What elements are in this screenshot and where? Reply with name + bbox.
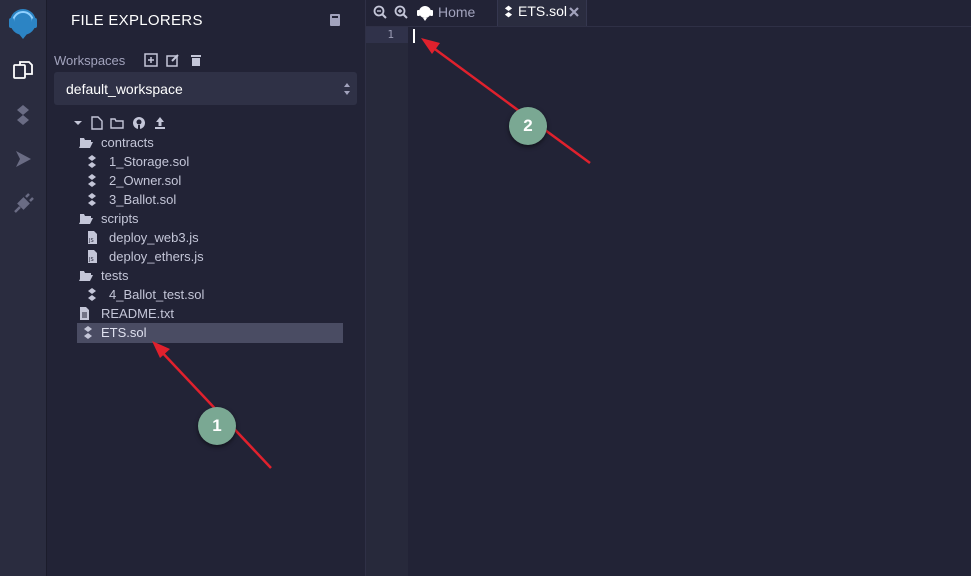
tree-label: 3_Ballot.sol [109,192,177,207]
code-editor[interactable] [408,27,971,576]
folder-open-icon [79,269,93,282]
book-icon[interactable] [329,13,341,27]
zoom-in-icon[interactable] [394,5,408,19]
solidity-file-icon [83,326,96,339]
tree-label: deploy_web3.js [109,230,199,245]
github-icon[interactable] [132,116,146,130]
solidity-file-icon [87,155,100,168]
js-file-icon: JS [87,250,100,263]
solidity-file-icon [87,193,100,206]
tree-label: 1_Storage.sol [109,154,190,169]
new-folder-icon[interactable] [110,116,124,130]
tree-file-4-ballot-test[interactable]: 4_Ballot_test.sol [87,285,337,304]
solidity-file-icon [87,288,100,301]
tree-label: ETS.sol [101,325,147,340]
new-file-icon[interactable] [91,116,105,130]
tab-label: Home [438,4,476,20]
line-number: 1 [387,28,394,41]
tree-folder-tests[interactable]: tests [79,266,339,285]
editor-area: Home ETS.sol 1 [366,0,971,576]
file-explorer-icon[interactable] [0,52,46,88]
tree-file-2-owner[interactable]: 2_Owner.sol [87,171,337,190]
panel-title: FILE EXPLORERS [71,12,203,29]
tab-bar: Home ETS.sol [366,0,971,27]
tree-file-3-ballot[interactable]: 3_Ballot.sol [87,190,337,209]
upload-icon[interactable] [154,116,168,130]
icon-rail [0,0,47,576]
tree-label: deploy_ethers.js [109,249,204,264]
js-file-icon: JS [87,231,100,244]
deploy-run-icon[interactable] [0,141,46,177]
solidity-file-icon [87,174,100,187]
rename-workspace-icon[interactable] [166,53,180,67]
workspace-select[interactable]: default_workspace [54,72,357,105]
tree-file-deploy-web3[interactable]: JS deploy_web3.js [87,228,337,247]
delete-workspace-icon[interactable] [189,53,203,67]
active-line-highlight: 1 [366,27,408,43]
solidity-compiler-icon[interactable] [0,97,46,133]
tree-file-1-storage[interactable]: 1_Storage.sol [87,152,337,171]
tree-label: tests [101,268,129,283]
tree-file-deploy-ethers[interactable]: JS deploy_ethers.js [87,247,337,266]
folder-open-icon [79,136,93,149]
remix-logo-icon[interactable] [0,2,46,42]
solidity-file-icon [504,5,513,18]
text-caret [413,29,415,43]
tab-home[interactable]: Home [414,0,498,26]
remix-home-icon [416,4,434,22]
text-file-icon [79,307,92,320]
folder-open-icon [79,212,93,225]
svg-text:JS: JS [88,238,94,244]
tab-label: ETS.sol [518,3,568,19]
line-number-gutter: 1 [366,27,408,576]
collapse-caret-icon[interactable] [73,116,87,130]
svg-text:JS: JS [88,257,94,263]
tree-folder-contracts[interactable]: contracts [79,133,339,152]
tree-file-ets-selected[interactable]: ETS.sol [77,323,343,343]
tree-label: README.txt [101,306,174,321]
tree-label: 2_Owner.sol [109,173,182,188]
workspaces-label: Workspaces [54,53,126,68]
annotation-badge-1: 1 [198,407,236,445]
close-icon[interactable] [568,6,580,18]
create-workspace-icon[interactable] [144,53,158,67]
tree-label: contracts [101,135,154,150]
annotation-badge-2: 2 [509,107,547,145]
plugin-manager-icon[interactable] [0,186,46,222]
tree-file-readme[interactable]: README.txt [79,304,339,323]
workspace-select-value: default_workspace [66,81,183,97]
tree-folder-scripts[interactable]: scripts [79,209,339,228]
select-arrows-icon [343,82,351,96]
zoom-out-icon[interactable] [373,5,387,19]
tree-label: scripts [101,211,139,226]
tab-ets-sol[interactable]: ETS.sol [497,0,587,26]
file-explorer-panel: FILE EXPLORERS Workspaces default_worksp… [47,0,366,576]
tree-label: 4_Ballot_test.sol [109,287,205,302]
